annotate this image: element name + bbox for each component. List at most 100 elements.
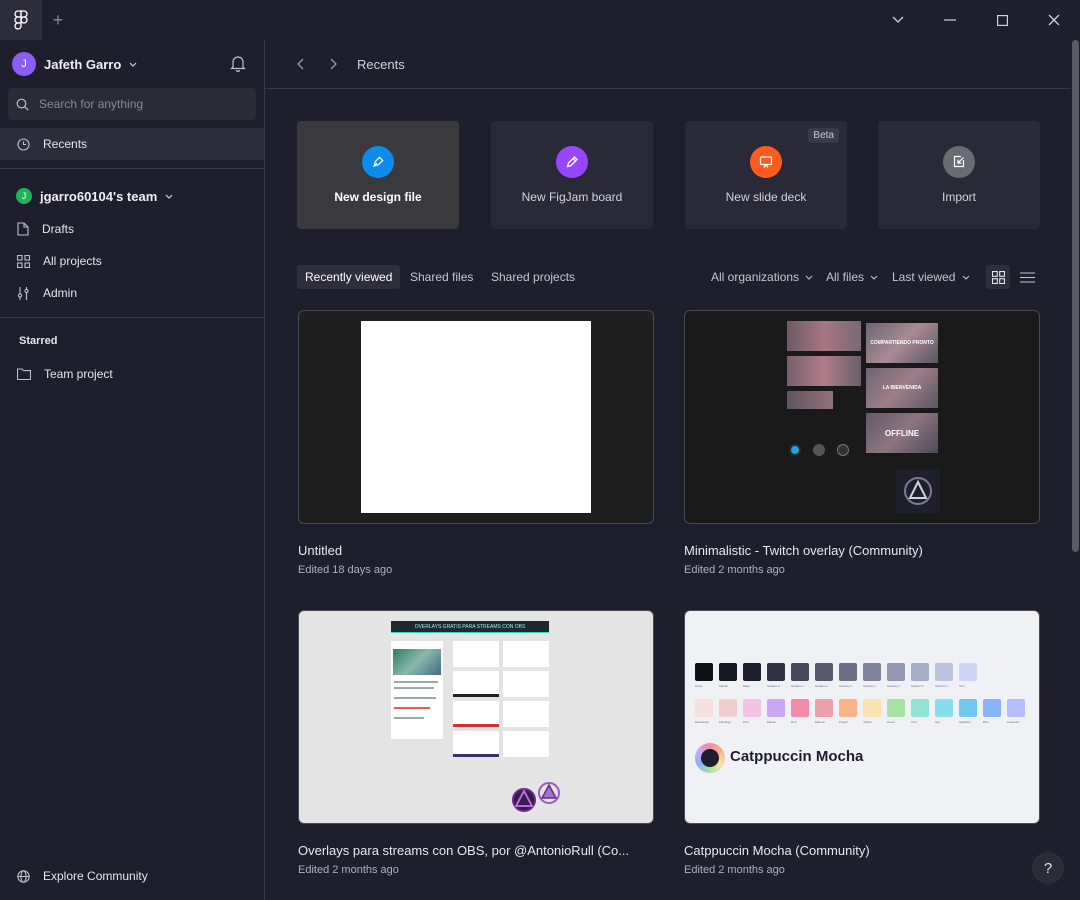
close-icon[interactable] bbox=[1028, 0, 1080, 40]
tab-shared-files[interactable]: Shared files bbox=[402, 265, 481, 289]
search-bar[interactable] bbox=[8, 88, 256, 120]
team-name: jgarro60104's team bbox=[40, 188, 158, 204]
thumb-text: COMPARTIENDO PRONTO bbox=[870, 340, 934, 346]
color-swatch bbox=[791, 699, 809, 717]
new-tab-button[interactable]: + bbox=[48, 10, 68, 30]
filter-sort[interactable]: Last viewed bbox=[892, 265, 970, 289]
team-switcher[interactable]: J jgarro60104's team bbox=[16, 187, 173, 205]
swatch-label: Overlay 2 bbox=[887, 684, 900, 688]
color-swatch bbox=[959, 699, 977, 717]
card-label: Import bbox=[941, 190, 976, 204]
file-card[interactable]: Crust Mantle Base Surface 0 Surface 1 Surface… bbox=[684, 610, 1040, 876]
swatch-label: Surface 2 bbox=[815, 684, 828, 688]
color-swatch bbox=[863, 699, 881, 717]
avatar: J bbox=[12, 52, 36, 76]
filter-label: All organizations bbox=[711, 270, 800, 284]
list-view-icon[interactable] bbox=[1015, 265, 1039, 289]
beta-badge: Beta bbox=[808, 128, 839, 143]
grid-view-icon[interactable] bbox=[986, 265, 1010, 289]
file-card[interactable]: Untitled Edited 18 days ago bbox=[298, 310, 654, 576]
scrollbar-thumb[interactable] bbox=[1072, 40, 1079, 552]
figma-logo-icon[interactable] bbox=[0, 0, 42, 40]
sidebar-item-label: Team project bbox=[44, 367, 113, 381]
file-meta: Edited 2 months ago bbox=[298, 864, 399, 876]
search-icon bbox=[16, 98, 29, 111]
scrollbar[interactable] bbox=[1071, 40, 1080, 900]
forward-icon[interactable] bbox=[325, 56, 341, 72]
clock-icon bbox=[17, 137, 30, 151]
swatch-label: Yellow bbox=[863, 720, 872, 724]
file-title: Catppuccin Mocha (Community) bbox=[684, 843, 870, 858]
import-button[interactable]: Import bbox=[878, 121, 1040, 229]
maximize-icon[interactable] bbox=[976, 0, 1028, 40]
minimize-icon[interactable] bbox=[924, 0, 976, 40]
starred-heading: Starred bbox=[19, 335, 58, 347]
file-title: Untitled bbox=[298, 543, 343, 558]
file-meta: Edited 2 months ago bbox=[684, 864, 785, 876]
swatch-label: Flamingo bbox=[719, 720, 732, 724]
sliders-icon bbox=[17, 286, 29, 300]
swatch-label: Mantle bbox=[719, 684, 729, 688]
swatch-label: Blue bbox=[983, 720, 990, 724]
file-card[interactable]: COMPARTIENDO PRONTO LA BIENVENIDA OFFLIN… bbox=[684, 310, 1040, 576]
sidebar-divider bbox=[0, 317, 264, 318]
account-switcher[interactable]: J Jafeth Garro bbox=[12, 52, 137, 76]
import-icon bbox=[943, 146, 975, 178]
new-slide-deck-button[interactable]: Beta New slide deck bbox=[685, 121, 847, 229]
swatch-label: Subtext 1 bbox=[935, 684, 948, 688]
file-meta: Edited 18 days ago bbox=[298, 564, 393, 576]
tab-shared-projects[interactable]: Shared projects bbox=[483, 265, 583, 289]
grid-icon bbox=[17, 254, 30, 268]
chevron-down-icon[interactable] bbox=[872, 0, 924, 40]
sidebar-item-recents[interactable]: Recents bbox=[0, 128, 264, 160]
filter-organizations[interactable]: All organizations bbox=[711, 265, 813, 289]
sidebar-item-label: Explore Community bbox=[43, 869, 148, 883]
sidebar-item-label: Recents bbox=[43, 137, 88, 151]
new-figjam-board-button[interactable]: New FigJam board bbox=[491, 121, 653, 229]
sidebar-item-admin[interactable]: Admin bbox=[0, 277, 264, 309]
swatch-label: Lavender bbox=[1007, 720, 1020, 724]
team-avatar: J bbox=[16, 188, 32, 204]
chevron-down-icon bbox=[962, 275, 970, 281]
color-swatch bbox=[935, 699, 953, 717]
back-icon[interactable] bbox=[293, 56, 309, 72]
file-meta: Edited 2 months ago bbox=[684, 564, 785, 576]
sidebar-item-all-projects[interactable]: All projects bbox=[0, 245, 264, 277]
color-swatch bbox=[695, 663, 713, 681]
sidebar-divider bbox=[0, 168, 264, 169]
swatch-label: Green bbox=[887, 720, 896, 724]
color-swatch bbox=[743, 699, 761, 717]
color-swatch bbox=[719, 699, 737, 717]
color-swatch bbox=[767, 663, 785, 681]
chevron-down-icon bbox=[129, 62, 137, 67]
tab-recently-viewed[interactable]: Recently viewed bbox=[297, 265, 401, 289]
marker-icon bbox=[556, 146, 588, 178]
file-icon bbox=[17, 222, 29, 236]
file-thumbnail bbox=[298, 310, 654, 524]
globe-icon bbox=[17, 869, 30, 883]
pen-icon bbox=[362, 146, 394, 178]
file-card[interactable]: OVERLAYS GRATIS PARA STREAMS CON OBS Ove… bbox=[298, 610, 654, 876]
new-design-file-button[interactable]: New design file bbox=[297, 121, 459, 229]
swatch-label: Red bbox=[791, 720, 797, 724]
swatch-label: Base bbox=[743, 684, 750, 688]
bell-icon[interactable] bbox=[230, 55, 248, 73]
sidebar-item-team-project[interactable]: Team project bbox=[0, 358, 264, 390]
swatch-label: Pink bbox=[743, 720, 749, 724]
swatch-label: Surface 1 bbox=[791, 684, 804, 688]
swatch-label: Sky bbox=[935, 720, 941, 724]
search-input[interactable] bbox=[39, 97, 229, 111]
filter-files[interactable]: All files bbox=[826, 265, 878, 289]
color-swatch bbox=[815, 663, 833, 681]
thumb-text: Catppuccin Mocha bbox=[730, 748, 864, 765]
color-swatch bbox=[911, 699, 929, 717]
sidebar-item-label: All projects bbox=[43, 254, 102, 268]
help-button[interactable]: ? bbox=[1032, 852, 1064, 884]
file-thumbnail: OVERLAYS GRATIS PARA STREAMS CON OBS bbox=[298, 610, 654, 824]
color-swatch bbox=[983, 699, 1001, 717]
color-swatch bbox=[767, 699, 785, 717]
sidebar-item-drafts[interactable]: Drafts bbox=[0, 213, 264, 245]
chevron-down-icon bbox=[165, 194, 173, 199]
sidebar-item-explore-community[interactable]: Explore Community bbox=[0, 860, 264, 892]
color-swatch bbox=[1007, 699, 1025, 717]
